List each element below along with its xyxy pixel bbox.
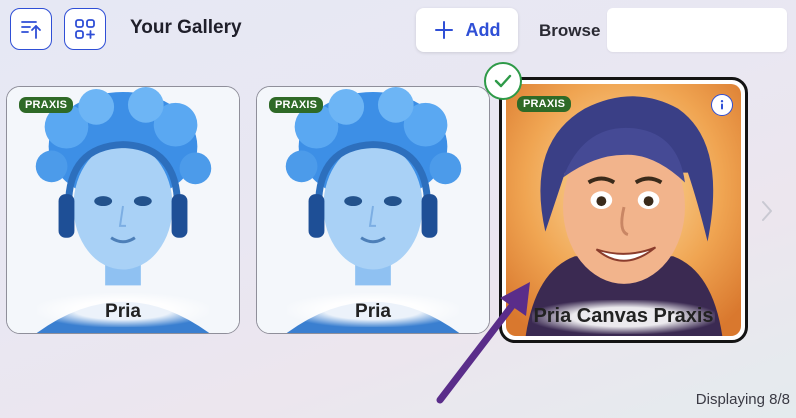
gallery-card[interactable]: PRAXIS Pria [6,86,240,334]
add-button[interactable]: Add [416,8,518,52]
praxis-badge: PRAXIS [19,97,74,113]
sort-upload-icon [21,21,41,39]
page-title: Your Gallery [130,17,242,38]
character-portrait-image [506,84,741,336]
card-name: Pria [105,301,141,322]
display-count-status: Displaying 8/8 [695,391,790,408]
plus-icon [434,21,453,39]
grid-add-icon [75,19,95,39]
info-button[interactable] [711,94,733,116]
browse-input[interactable] [607,8,787,52]
add-button-label: Add [465,19,501,40]
info-icon [720,100,724,110]
annotation-arrow-icon [436,282,530,404]
browse-label: Browse [539,21,601,40]
sort-button[interactable] [10,8,52,50]
praxis-badge: PRAXIS [517,96,572,112]
praxis-badge: PRAXIS [269,97,324,113]
add-to-grid-button[interactable] [64,8,106,50]
chevron-right-icon[interactable] [760,200,774,222]
selected-check-icon [484,62,522,100]
